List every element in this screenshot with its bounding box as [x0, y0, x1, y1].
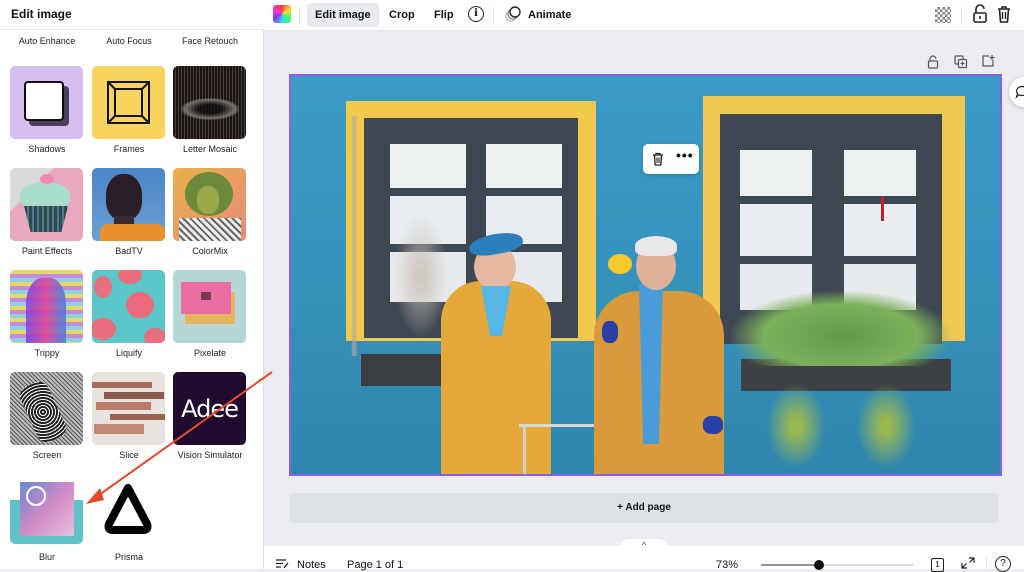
- badtv-thumbnail: [92, 168, 165, 241]
- design-page[interactable]: •••: [289, 74, 1002, 476]
- help-icon[interactable]: ?: [995, 556, 1011, 572]
- zoom-slider[interactable]: [761, 560, 913, 570]
- vision-simulator-thumbnail: Adee: [173, 372, 246, 445]
- effect-colormix[interactable]: ColorMix: [173, 168, 247, 256]
- info-icon[interactable]: i: [468, 6, 484, 22]
- color-picker-button[interactable]: [273, 5, 291, 23]
- delete-element-icon[interactable]: [652, 152, 664, 166]
- colormix-thumbnail: [173, 168, 246, 241]
- transparency-icon[interactable]: [935, 7, 951, 23]
- effect-label: BadTV: [115, 246, 143, 256]
- effect-vision-simulator[interactable]: Adee Vision Simulator: [173, 372, 247, 460]
- effect-slice[interactable]: Slice: [92, 372, 166, 460]
- add-page-button[interactable]: + Add page: [290, 493, 998, 523]
- effect-label: Face Retouch: [181, 36, 239, 46]
- divider: [299, 7, 300, 23]
- effect-frames[interactable]: Frames: [92, 66, 166, 154]
- more-options-icon[interactable]: •••: [676, 148, 694, 162]
- paint-effects-thumbnail: [10, 168, 83, 241]
- page-grid-button[interactable]: 1: [931, 558, 944, 572]
- notes-button[interactable]: Notes: [297, 559, 326, 571]
- effect-label: Screen: [32, 450, 62, 460]
- effect-label: ColorMix: [192, 246, 228, 256]
- notes-icon: [276, 559, 289, 569]
- effect-label: Slice: [119, 450, 139, 460]
- prisma-icon: [92, 474, 165, 547]
- effect-label: Trippy: [34, 348, 60, 358]
- blur-thumbnail: [10, 474, 83, 547]
- effect-trippy[interactable]: Trippy: [10, 270, 84, 358]
- effect-label: Prisma: [114, 552, 143, 562]
- effect-label: Shadows: [28, 144, 66, 154]
- canvas-area: ••• + Add page ^: [264, 31, 1024, 551]
- effect-auto-focus[interactable]: Auto Focus: [92, 30, 166, 46]
- letter-mosaic-thumbnail: [173, 66, 246, 139]
- edit-image-button[interactable]: Edit image: [307, 3, 379, 27]
- trash-icon[interactable]: [996, 4, 1012, 24]
- liquify-thumbnail: [92, 270, 165, 343]
- pixelate-thumbnail: [173, 270, 246, 343]
- adee-logo: Adee: [181, 394, 239, 423]
- top-toolbar: Edit image Crop Flip i Animate: [264, 0, 1024, 31]
- effect-label: Pixelate: [193, 348, 227, 358]
- slice-thumbnail: [92, 372, 165, 445]
- divider: [986, 556, 987, 570]
- effect-prisma[interactable]: Prisma: [92, 474, 166, 562]
- effect-shadows[interactable]: Shadows: [10, 66, 84, 154]
- add-page-icon[interactable]: [981, 54, 995, 68]
- panel-title: Edit image: [11, 7, 72, 21]
- effect-label: Auto Enhance: [18, 36, 76, 46]
- divider: [493, 7, 494, 23]
- bottom-bar: Notes Page 1 of 1 73% 1 ?: [264, 546, 1024, 572]
- effect-liquify[interactable]: Liquify: [92, 270, 166, 358]
- divider: [961, 7, 962, 23]
- effect-letter-mosaic[interactable]: Letter Mosaic: [173, 66, 247, 154]
- effect-auto-enhance[interactable]: Auto Enhance: [10, 30, 84, 46]
- effects-grid[interactable]: Auto Enhance Auto Focus Face Retouch Sha…: [0, 30, 264, 569]
- comment-button[interactable]: [1009, 77, 1024, 107]
- page-indicator[interactable]: Page 1 of 1: [347, 559, 403, 571]
- effect-screen[interactable]: Screen: [10, 372, 84, 460]
- trippy-thumbnail: [10, 270, 83, 343]
- zoom-slider-fill: [761, 564, 819, 566]
- duplicate-page-icon[interactable]: [954, 55, 968, 69]
- effect-pixelate[interactable]: Pixelate: [173, 270, 247, 358]
- crop-button[interactable]: Crop: [381, 3, 423, 27]
- panel-header: Edit image: [0, 0, 264, 30]
- effect-label: Paint Effects: [21, 246, 73, 256]
- flip-button[interactable]: Flip: [426, 3, 462, 27]
- effect-badtv[interactable]: BadTV: [92, 168, 166, 256]
- effect-label: Vision Simulator: [177, 450, 243, 460]
- effect-blur[interactable]: Blur: [10, 474, 84, 562]
- frame-icon: [92, 66, 165, 139]
- effect-label: Letter Mosaic: [182, 144, 238, 154]
- lock-icon[interactable]: [972, 4, 988, 24]
- effect-label: Liquify: [115, 348, 142, 358]
- element-context-menu: •••: [643, 144, 699, 174]
- animate-label[interactable]: Animate: [520, 3, 579, 27]
- lock-page-icon[interactable]: [927, 55, 939, 69]
- effect-label: Frames: [113, 144, 145, 154]
- effect-label: Auto Focus: [106, 36, 152, 46]
- effect-label: Blur: [38, 552, 55, 562]
- zoom-level[interactable]: 73%: [716, 559, 738, 571]
- screen-thumbnail: [10, 372, 83, 445]
- edit-image-panel: Edit image Auto Enhance Auto Focus Face …: [0, 0, 264, 569]
- selected-photo[interactable]: [291, 76, 1000, 474]
- fullscreen-icon[interactable]: [961, 557, 975, 569]
- effect-face-retouch[interactable]: Face Retouch: [173, 30, 247, 46]
- shadow-icon: [10, 66, 83, 139]
- effect-paint-effects[interactable]: Paint Effects: [10, 168, 84, 256]
- comment-icon: [1015, 85, 1024, 99]
